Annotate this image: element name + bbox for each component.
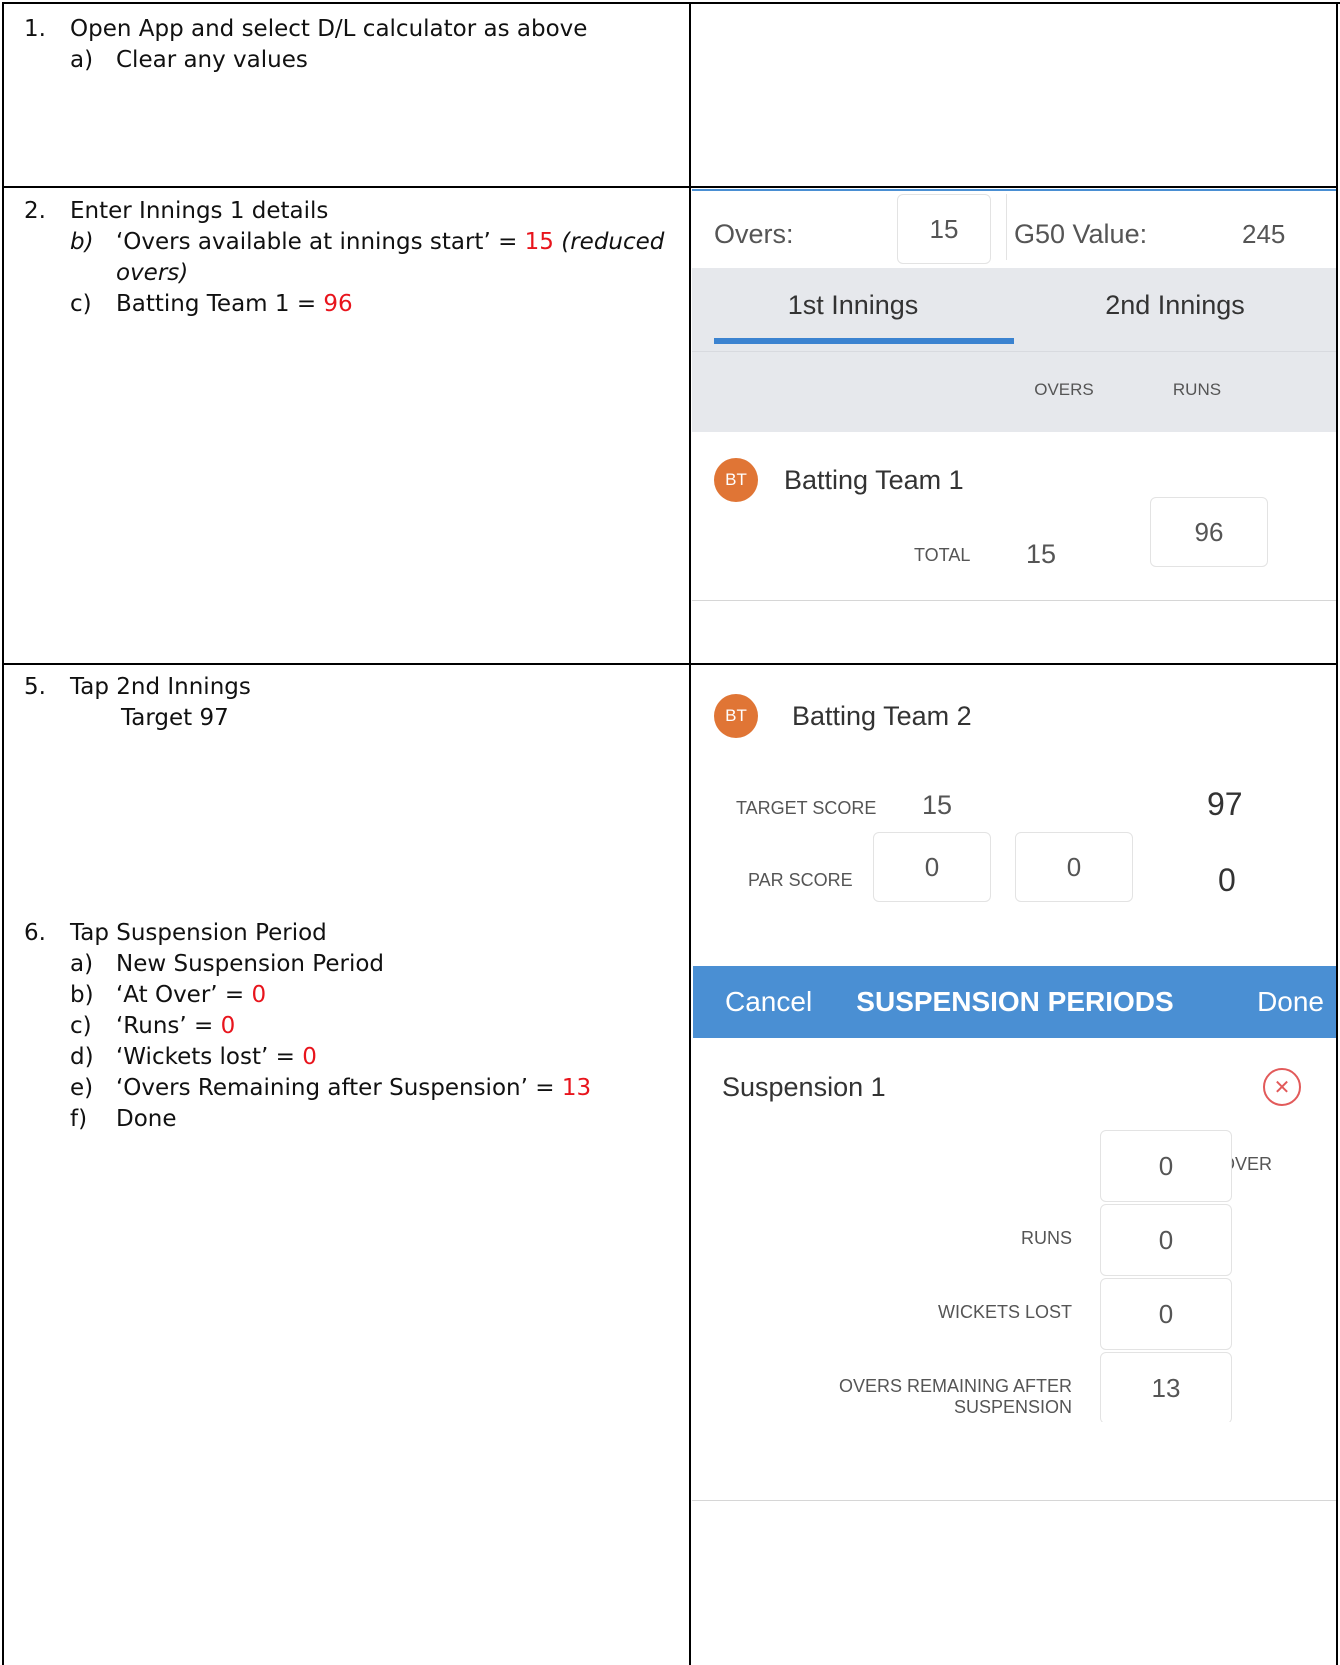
header-divider xyxy=(1006,194,1007,260)
sub-letter: f) xyxy=(70,1106,88,1132)
team-avatar: BT xyxy=(714,458,758,502)
tab-1st-innings[interactable]: 1st Innings xyxy=(692,290,1014,321)
sub-note-cont: overs) xyxy=(116,260,189,286)
highlight-value: 0 xyxy=(220,1013,236,1039)
team-name: Batting Team 2 xyxy=(792,701,972,731)
total-runs-input[interactable]: 96 xyxy=(1150,497,1268,567)
col-runs: RUNS xyxy=(1172,380,1222,399)
step-1: 1. Open App and select D/L calculator as… xyxy=(24,14,674,76)
sub-letter: b) xyxy=(70,229,94,255)
done-button[interactable]: Done xyxy=(1257,986,1324,1018)
sub-text: ‘At Over’ = xyxy=(116,982,252,1008)
active-tab-indicator xyxy=(714,338,1014,344)
step-text: Tap Suspension Period xyxy=(70,920,327,946)
target-runs: 97 xyxy=(1207,786,1243,822)
suspension-bottom-divider xyxy=(692,1500,1336,1501)
sub-text: ‘Runs’ = xyxy=(116,1013,221,1039)
col-overs: OVERS xyxy=(1034,380,1094,399)
screenshot-innings-2: BT Batting Team 2 TARGET SCORE 15 97 PAR… xyxy=(692,666,1336,918)
sub-letter: a) xyxy=(70,951,94,977)
sub-note: (reduced xyxy=(553,229,665,255)
sub-text: ‘Overs available at innings start’ = xyxy=(116,229,525,255)
overs-input[interactable]: 15 xyxy=(897,194,991,264)
wickets-lost-label: WICKETS LOST xyxy=(937,1302,1072,1322)
sub-text: ‘Overs Remaining after Suspension’ = xyxy=(116,1075,562,1101)
step-number: 5. xyxy=(24,674,46,700)
table-border-left xyxy=(2,2,4,1665)
tab-bar: 1st Innings 2nd Innings xyxy=(692,268,1336,351)
sub-text: Clear any values xyxy=(116,47,308,73)
screenshot-innings-1: Overs: 15 G50 Value: 245 1st Innings 2nd… xyxy=(692,189,1336,661)
highlight-value: 15 xyxy=(524,229,554,255)
highlight-value: 0 xyxy=(251,982,267,1008)
highlight-value: 13 xyxy=(561,1075,592,1101)
step-number: 1. xyxy=(24,16,46,42)
sub-letter: e) xyxy=(70,1075,94,1101)
overs-remaining-label: OVERS REMAINING AFTER SUSPENSION xyxy=(838,1376,1072,1417)
tab-2nd-innings[interactable]: 2nd Innings xyxy=(1014,290,1336,321)
table-border-right xyxy=(1336,2,1338,1665)
step-number: 2. xyxy=(24,198,46,224)
g50-value: 245 xyxy=(1242,219,1286,249)
g50-label: G50 Value: xyxy=(1014,219,1148,249)
column-header-row: OVERS RUNS xyxy=(692,351,1336,432)
par-score-label: PAR SCORE xyxy=(748,870,853,890)
step-2: 2. Enter Innings 1 details b) ‘Overs ava… xyxy=(24,196,674,320)
table-row-divider-2 xyxy=(2,663,1338,665)
sub-letter: a) xyxy=(70,47,94,73)
step-target-line: Target 97 xyxy=(121,705,229,731)
runs-input[interactable]: 0 xyxy=(1100,1204,1232,1276)
step-text: Open App and select D/L calculator as ab… xyxy=(70,16,588,42)
screenshot-suspension: Cancel SUSPENSION PERIODS Done Suspensio… xyxy=(692,966,1336,1422)
total-label: TOTAL xyxy=(914,545,971,565)
par-wickets-input[interactable]: 0 xyxy=(1015,832,1133,902)
overs-remaining-input[interactable]: 13 xyxy=(1100,1352,1232,1422)
team-name: Batting Team 1 xyxy=(784,465,964,495)
step-text: Tap 2nd Innings xyxy=(70,674,251,700)
nav-title: SUSPENSION PERIODS xyxy=(856,986,1174,1017)
par-runs: 0 xyxy=(1218,862,1236,898)
overs-label: Overs: xyxy=(714,219,794,249)
at-over-input[interactable]: 0 xyxy=(1100,1130,1232,1202)
target-score-label: TARGET SCORE xyxy=(736,798,877,818)
team-avatar: BT xyxy=(714,694,758,738)
remove-suspension-icon[interactable]: ✕ xyxy=(1263,1068,1301,1106)
sub-text: Batting Team 1 = xyxy=(116,291,324,317)
sub-letter: b) xyxy=(70,982,94,1008)
highlight-value: 96 xyxy=(323,291,353,317)
runs-label: RUNS xyxy=(1020,1228,1072,1248)
step-text: Enter Innings 1 details xyxy=(70,198,329,224)
wickets-lost-input[interactable]: 0 xyxy=(1100,1278,1232,1350)
bottom-divider xyxy=(692,600,1336,601)
sub-text: New Suspension Period xyxy=(116,951,385,977)
step-6: 6. Tap Suspension Period a) New Suspensio… xyxy=(24,918,674,1135)
highlight-value: 0 xyxy=(302,1044,317,1070)
table-column-divider xyxy=(689,2,691,1665)
sub-letter: c) xyxy=(70,291,92,317)
top-accent-bar xyxy=(692,189,1336,191)
step-number: 6. xyxy=(24,920,46,946)
suspension-name: Suspension 1 xyxy=(722,1072,886,1102)
table-border-top xyxy=(2,2,1340,4)
sub-letter: d) xyxy=(70,1044,94,1070)
step-5: 5. Tap 2nd Innings Target 97 xyxy=(24,672,674,734)
par-overs-input[interactable]: 0 xyxy=(873,832,991,902)
table-row-divider-1 xyxy=(2,186,1338,188)
sub-text: ‘Wickets lost’ = xyxy=(116,1044,303,1070)
target-overs: 15 xyxy=(922,790,953,820)
sub-letter: c) xyxy=(70,1013,92,1039)
sub-text: Done xyxy=(116,1106,177,1132)
nav-bar: Cancel SUSPENSION PERIODS Done xyxy=(693,966,1336,1038)
total-overs: 15 xyxy=(1026,539,1057,569)
